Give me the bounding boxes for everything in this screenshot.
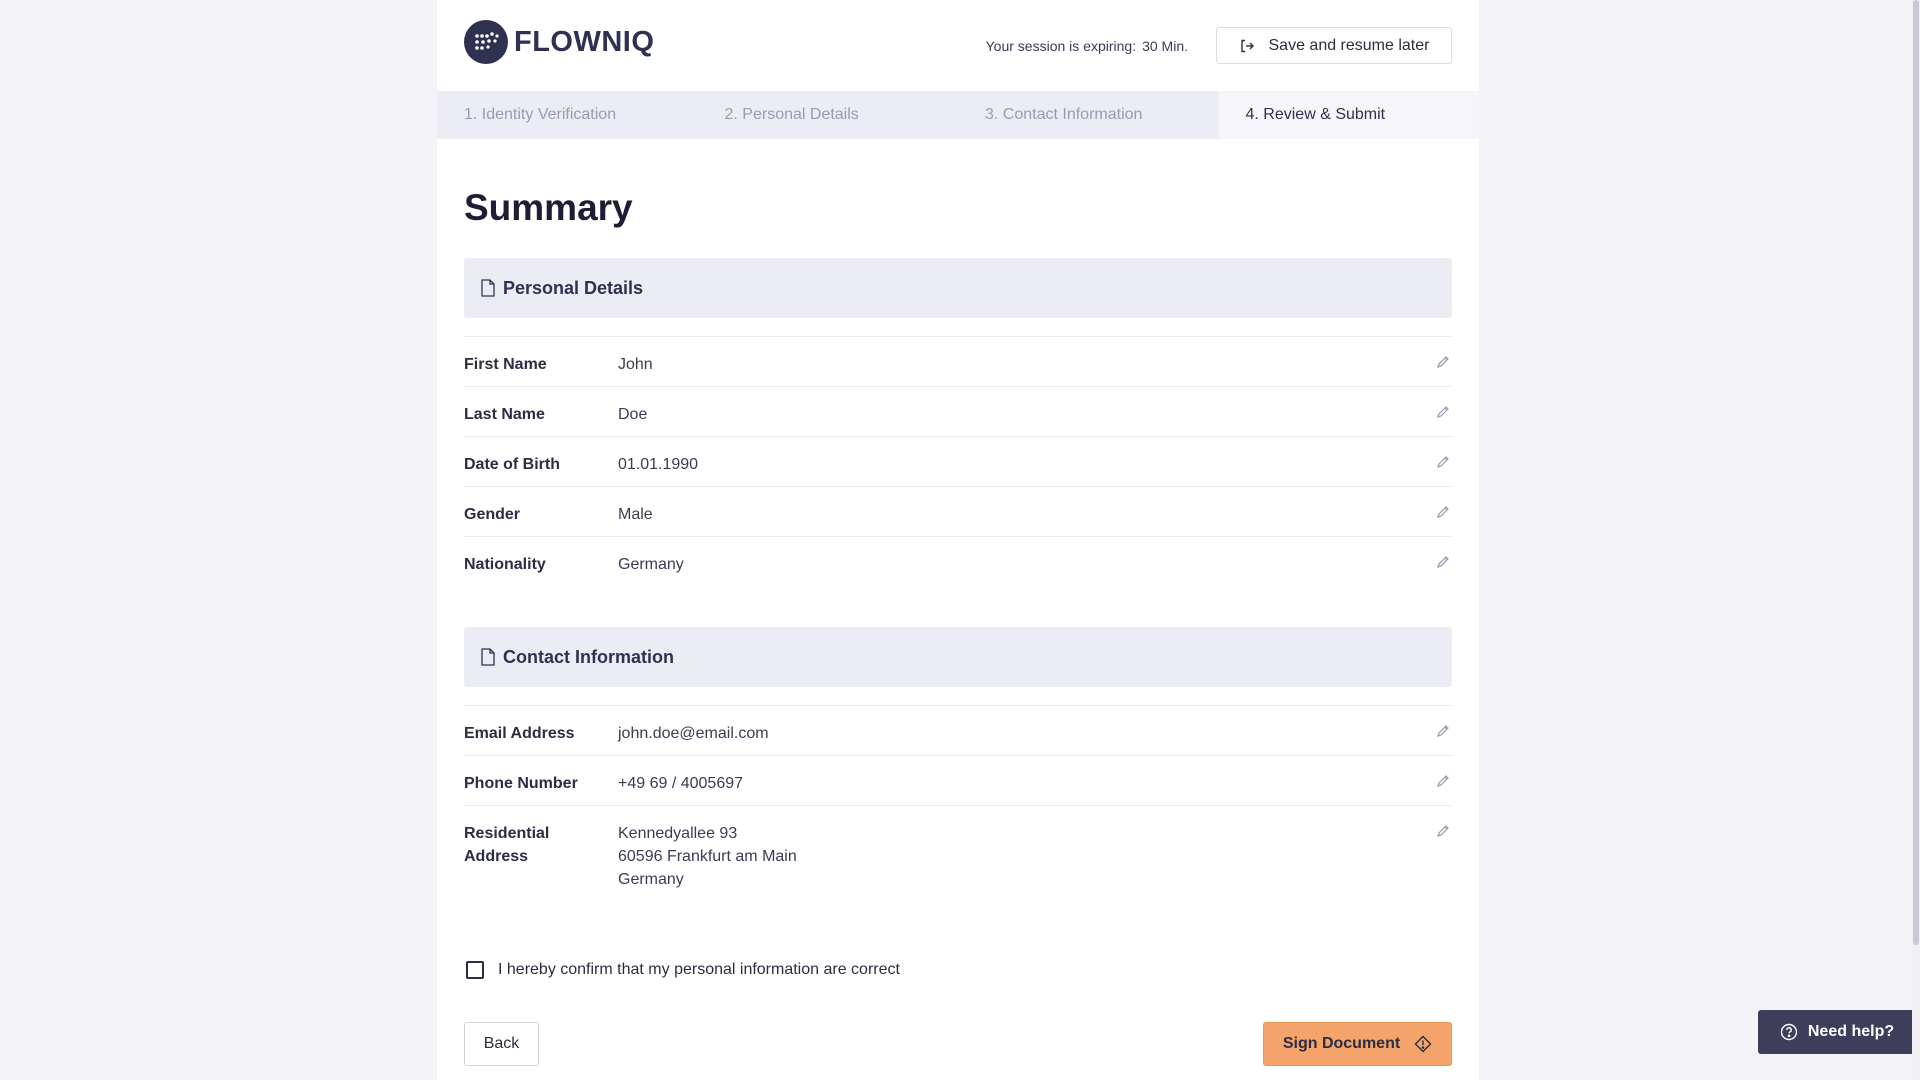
pencil-icon[interactable] [1436, 555, 1450, 569]
session-label: Your session is expiring: [985, 38, 1137, 54]
sign-document-button[interactable]: Sign Document [1263, 1022, 1452, 1066]
form-actions: Back Sign Document [464, 1022, 1452, 1067]
document-icon [481, 279, 495, 297]
list-item-residential-address: Residential Address Kennedyallee 93 6059… [464, 806, 1452, 896]
page-scrollbar[interactable] [1912, 0, 1920, 1080]
field-value: 01.01.1990 [618, 456, 699, 473]
step-label: 1. Identity Verification [464, 106, 617, 123]
step-review-submit[interactable]: 4. Review & Submit [1218, 91, 1479, 139]
personal-details-section-header: Personal Details [464, 258, 1452, 318]
signature-diamond-icon [1414, 1035, 1432, 1053]
step-contact-information[interactable]: 3. Contact Information [958, 91, 1219, 139]
field-value: Doe [618, 406, 648, 423]
field-value: Germany [618, 556, 684, 573]
contact-information-heading: Contact Information [503, 646, 674, 667]
pencil-icon[interactable] [1436, 774, 1450, 788]
sign-out-icon [1240, 39, 1254, 52]
flowniq-logo-icon [464, 20, 508, 64]
back-button[interactable]: Back [464, 1022, 539, 1066]
list-item-first-name: First Name John [464, 337, 1452, 387]
pencil-icon[interactable] [1436, 355, 1450, 369]
field-label: Last Name [464, 406, 545, 423]
save-resume-button[interactable]: Save and resume later [1216, 27, 1452, 64]
field-label: Nationality [464, 556, 546, 573]
step-label: 4. Review & Submit [1245, 106, 1386, 123]
document-icon [481, 648, 495, 666]
scrollbar-thumb[interactable] [1913, 0, 1919, 945]
field-value: john.doe@email.com [618, 725, 769, 742]
list-item-nationality: Nationality Germany [464, 537, 1452, 587]
confirm-row: I hereby confirm that my personal inform… [464, 961, 1452, 979]
pencil-icon[interactable] [1436, 824, 1450, 838]
confirm-label: I hereby confirm that my personal inform… [498, 961, 900, 978]
field-value: Kennedyallee 93 60596 Frankfurt am Main … [618, 825, 797, 888]
session-timer: Your session is expiring: 30 Min. [986, 38, 1188, 54]
save-resume-label: Save and resume later [1268, 36, 1430, 54]
field-label: Date of Birth [464, 456, 560, 473]
field-label: First Name [464, 356, 547, 373]
pencil-icon[interactable] [1436, 455, 1450, 469]
sign-document-label: Sign Document [1282, 1035, 1401, 1052]
personal-details-list: First Name John Last Name Doe Date of Bi… [464, 336, 1452, 587]
field-value: John [618, 356, 653, 373]
brand-name: FLOWNIQ [514, 25, 655, 58]
contact-information-section-header: Contact Information [464, 627, 1452, 687]
form-card: FLOWNIQ Your session is expiring: 30 Min.… [437, 0, 1479, 1080]
confirm-checkbox[interactable] [466, 961, 484, 979]
field-label: Gender [464, 506, 521, 523]
field-label: Residential Address [464, 825, 550, 865]
step-personal-details[interactable]: 2. Personal Details [697, 91, 958, 139]
step-identity-verification[interactable]: 1. Identity Verification [437, 91, 698, 139]
header: FLOWNIQ Your session is expiring: 30 Min.… [437, 0, 1479, 91]
pencil-icon[interactable] [1436, 505, 1450, 519]
field-value: Male [618, 506, 653, 523]
field-value: +49 69 / 4005697 [618, 775, 744, 792]
step-label: 3. Contact Information [985, 106, 1143, 123]
need-help-button[interactable]: Need help? [1758, 1010, 1916, 1054]
contact-information-list: Email Address john.doe@email.com Phone N… [464, 705, 1452, 896]
list-item-gender: Gender Male [464, 487, 1452, 537]
brand-logo: FLOWNIQ [464, 20, 654, 64]
pencil-icon[interactable] [1436, 724, 1450, 738]
pencil-icon[interactable] [1436, 405, 1450, 419]
session-value: 30 Min. [1142, 38, 1188, 54]
step-tabs: 1. Identity Verification 2. Personal Det… [437, 91, 1479, 139]
personal-details-heading: Personal Details [503, 277, 644, 298]
page-title: Summary [464, 187, 633, 228]
field-label: Phone Number [464, 775, 578, 792]
need-help-label: Need help? [1807, 1023, 1895, 1040]
question-circle-icon [1780, 1023, 1798, 1041]
step-label: 2. Personal Details [724, 106, 859, 123]
field-label: Email Address [464, 725, 575, 742]
main-content: Summary Personal Details First Name John… [437, 185, 1479, 1067]
list-item-date-of-birth: Date of Birth 01.01.1990 [464, 437, 1452, 487]
list-item-last-name: Last Name Doe [464, 387, 1452, 437]
list-item-email-address: Email Address john.doe@email.com [464, 706, 1452, 756]
list-item-phone-number: Phone Number +49 69 / 4005697 [464, 756, 1452, 806]
